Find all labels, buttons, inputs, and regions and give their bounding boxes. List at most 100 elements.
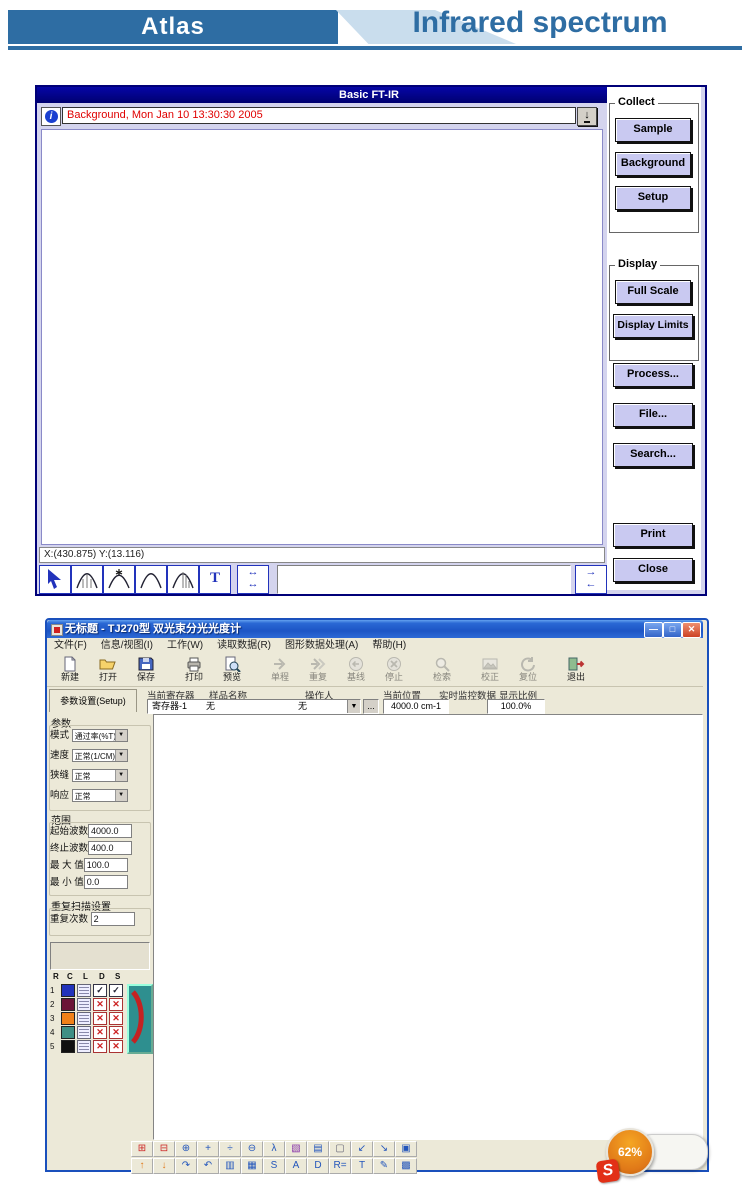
register-combo[interactable]: 寄存器-1 无 无 ▼ [147,699,361,714]
register-color-swatch[interactable] [61,1040,75,1053]
slit-select[interactable]: 正常▼ [72,769,128,782]
dropdown-arrow-icon[interactable]: ▼ [115,750,127,761]
menu-help[interactable]: 帮助(H) [365,640,413,651]
file-button[interactable]: File... [613,403,693,427]
chart-tool-row2-6[interactable]: ▦ [241,1158,263,1174]
menu-file[interactable]: 文件(F) [47,640,94,651]
full-scale-button[interactable]: Full Scale [615,280,691,304]
chart-tool-row2-5[interactable]: ▥ [219,1158,241,1174]
chart-tool-row2-8[interactable]: A [285,1158,307,1174]
register-list-icon[interactable] [77,1012,91,1025]
register-color-swatch[interactable] [61,984,75,997]
register-list-icon[interactable] [77,998,91,1011]
register-list-icon[interactable] [77,1040,91,1053]
peak-marker-tool[interactable] [103,565,135,594]
setup-button[interactable]: Setup [615,186,691,210]
menu-graph-processing[interactable]: 图形数据处理(A) [278,640,365,651]
register-color-swatch[interactable] [61,1026,75,1039]
chart-tool-row2-10[interactable]: R= [329,1158,351,1174]
close-button[interactable]: Close [613,558,693,582]
menu-work[interactable]: 工作(W) [160,640,210,651]
tj270-chart[interactable] [154,715,700,1137]
toolbar-button-print[interactable]: 打印 [175,653,213,685]
sample-button[interactable]: Sample [615,118,691,142]
menu-info-view[interactable]: 信息/视图(I) [94,640,160,651]
response-select[interactable]: 正常▼ [72,789,128,802]
chart-tool-row1-9[interactable]: ▤ [307,1141,329,1157]
chart-tool-row2-4[interactable]: ↶ [197,1158,219,1174]
peak-pick-tool[interactable] [71,565,103,594]
maximize-button[interactable]: □ [663,622,682,638]
chart-tool-row1-12[interactable]: ↘ [373,1141,395,1157]
register-display-checkbox[interactable]: ✕ [93,1012,107,1025]
register-list-icon[interactable] [77,984,91,997]
dropdown-arrow-icon[interactable]: ▼ [115,790,127,801]
start-wavenumber-input[interactable]: 4000.0 [88,824,132,838]
chart-tool-row1-7[interactable]: λ [263,1141,285,1157]
chart-tool-row1-8[interactable]: ▧ [285,1141,307,1157]
chart-tool-row1-5[interactable]: ÷ [219,1141,241,1157]
band-tool[interactable] [135,565,167,594]
process-button[interactable]: Process... [613,363,693,387]
spectrum-overview-strip[interactable] [277,565,571,594]
print-button[interactable]: Print [613,523,693,547]
full-range-tool[interactable]: ↔↔ [237,565,269,594]
speed-select[interactable]: 正常(1/CM)▼ [72,749,128,762]
tab-parameter-setup[interactable]: 参数设置(Setup) [49,689,137,712]
register-color-swatch[interactable] [61,1012,75,1025]
band-fill-tool[interactable] [167,565,199,594]
chart-tool-row1-10[interactable]: ▢ [329,1141,351,1157]
repeat-count-input[interactable]: 2 [91,912,135,926]
register-display-checkbox[interactable]: ✕ [93,1040,107,1053]
chart-tool-row2-3[interactable]: ↷ [175,1158,197,1174]
chart-tool-row1-6[interactable]: ⊖ [241,1141,263,1157]
chart-tool-row2-12[interactable]: ✎ [373,1158,395,1174]
chart-tool-row1-4[interactable]: + [197,1141,219,1157]
chart-tool-row2-9[interactable]: D [307,1158,329,1174]
info-button[interactable]: i [41,107,61,126]
tj270-titlebar[interactable]: 无标题 - TJ270型 双光束分光光度计 — □ ✕ [47,620,703,638]
toolbar-button-save[interactable]: 保存 [127,653,165,685]
register-list-icon[interactable] [77,1026,91,1039]
more-button[interactable]: ... [363,699,379,714]
spectrum-dropdown-button[interactable]: ↓ [577,107,597,126]
chart-tool-row1-3[interactable]: ⊕ [175,1141,197,1157]
dropdown-arrow-icon[interactable]: ▼ [115,770,127,781]
ftir-spectrum-chart[interactable] [42,130,602,544]
chart-tool-row2-11[interactable]: T [351,1158,373,1174]
register-save-checkbox[interactable]: ✓ [109,984,123,997]
mode-select[interactable]: 通过率(%T)▼ [72,729,128,742]
dropdown-arrow-icon[interactable]: ▼ [115,730,127,741]
display-limits-button[interactable]: Display Limits [613,314,693,338]
register-save-checkbox[interactable]: ✕ [109,1026,123,1039]
register-color-swatch[interactable] [61,998,75,1011]
max-value-input[interactable]: 100.0 [84,858,128,872]
scroll-spectrum-button[interactable]: →← [575,565,607,594]
register-save-checkbox[interactable]: ✕ [109,1012,123,1025]
chart-tool-row1-2[interactable]: ⊟ [153,1141,175,1157]
register-display-checkbox[interactable]: ✕ [93,998,107,1011]
ftir-titlebar[interactable]: Basic FT-IR [37,87,701,103]
end-wavenumber-input[interactable]: 400.0 [88,841,132,855]
select-cursor-tool[interactable] [39,565,71,594]
chart-tool-row1-11[interactable]: ↙ [351,1141,373,1157]
close-window-button[interactable]: ✕ [682,622,701,638]
chart-tool-row1-1[interactable]: ⊞ [131,1141,153,1157]
register-display-checkbox[interactable]: ✓ [93,984,107,997]
sogou-input-logo[interactable]: S [596,1159,621,1184]
toolbar-button-exit[interactable]: 退出 [557,653,595,685]
menu-read-data[interactable]: 读取数据(R) [210,640,278,651]
toolbar-button-new[interactable]: 新建 [51,653,89,685]
spectrum-title-field[interactable]: Background, Mon Jan 10 13:30:30 2005 [62,107,576,124]
toolbar-button-preview[interactable]: 预览 [213,653,251,685]
register-save-checkbox[interactable]: ✕ [109,1040,123,1053]
search-button[interactable]: Search... [613,443,693,467]
chart-tool-row2-1[interactable]: ↑ [131,1158,153,1174]
minimize-button[interactable]: — [644,622,663,638]
background-button[interactable]: Background [615,152,691,176]
text-annotation-tool[interactable]: T [199,565,231,594]
toolbar-button-open[interactable]: 打开 [89,653,127,685]
chart-tool-row2-13[interactable]: ▩ [395,1158,417,1174]
chart-tool-row2-7[interactable]: S [263,1158,285,1174]
min-value-input[interactable]: 0.0 [84,875,128,889]
